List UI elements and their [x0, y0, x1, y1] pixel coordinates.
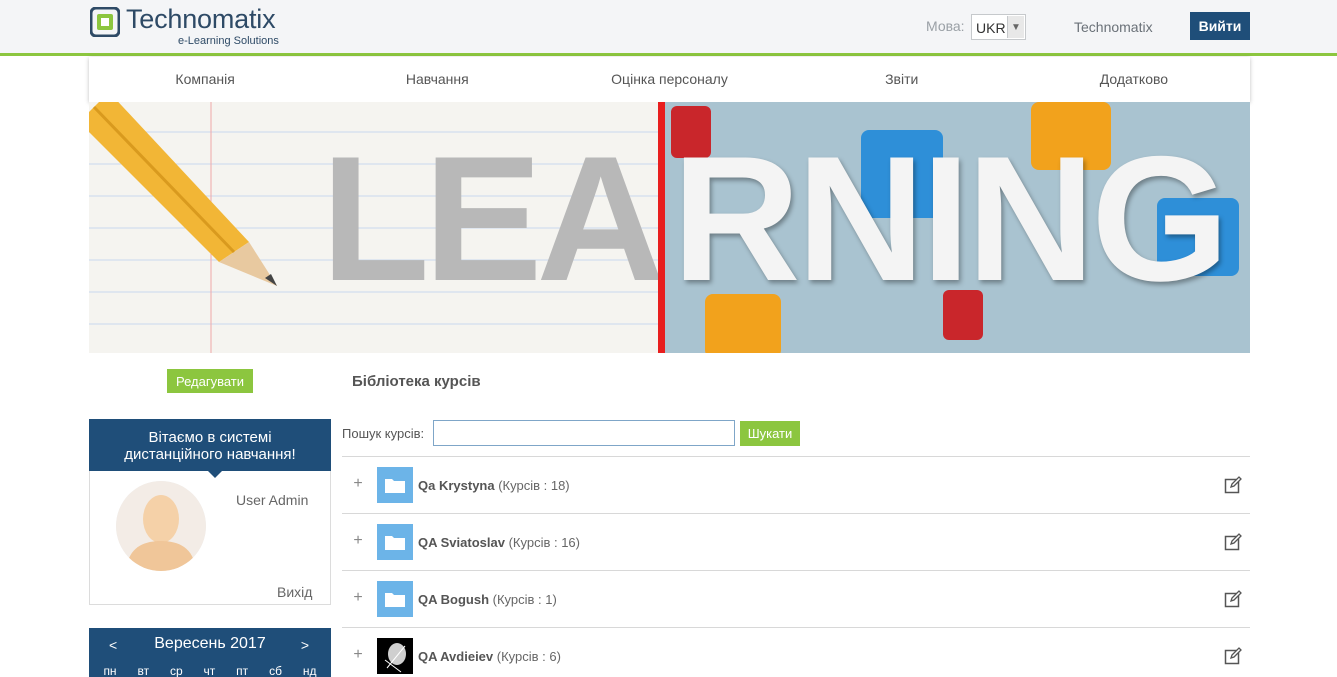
list-item[interactable]: + QA Bogush (Курсів : 1): [342, 571, 1250, 628]
calendar-next-button[interactable]: >: [301, 637, 309, 653]
course-count: (Курсів : 18): [498, 478, 570, 493]
list-item[interactable]: + Qa Krystyna (Курсів : 18): [342, 457, 1250, 514]
edit-icon[interactable]: [1224, 533, 1242, 551]
banner-red-line: [658, 102, 665, 353]
calendar-widget: < Вересень 2017 > пн вт ср чт пт сб нд: [89, 628, 331, 677]
folder-icon: [377, 524, 413, 560]
banner-text-left: LEA: [321, 119, 665, 318]
edit-icon[interactable]: [1224, 590, 1242, 608]
edit-button[interactable]: Редагувати: [167, 369, 253, 393]
folder-name: Qa Krystyna: [418, 478, 495, 493]
nav-item-learning[interactable]: Навчання: [321, 57, 553, 102]
list-item[interactable]: + QA Sviatoslav (Курсів : 16): [342, 514, 1250, 571]
user-avatar-icon: [116, 481, 206, 571]
avatar: [116, 481, 206, 571]
course-count: (Курсів : 6): [496, 649, 561, 664]
learning-banner: LEA RNING: [89, 102, 1250, 353]
nav-item-company[interactable]: Компанія: [89, 57, 321, 102]
welcome-line-1: Вітаємо в системі: [148, 429, 272, 446]
language-label: Мова:: [926, 18, 965, 34]
logo-icon: [90, 7, 120, 37]
expand-icon[interactable]: +: [351, 476, 365, 492]
calendar-weekdays: пн вт ср чт пт сб нд: [89, 664, 331, 677]
folder-icon: [377, 467, 413, 503]
weekday-label: чт: [203, 664, 216, 677]
edit-icon[interactable]: [1224, 647, 1242, 665]
company-link[interactable]: Technomatix: [1074, 19, 1153, 35]
technomatix-logo[interactable]: Technomatix e-Learning Solutions: [90, 4, 300, 49]
logout-link[interactable]: Вихід: [277, 584, 312, 600]
search-input[interactable]: [433, 420, 735, 446]
chevron-down-icon: ▼: [1007, 16, 1024, 38]
folder-name: QA Bogush: [418, 592, 490, 607]
logout-button[interactable]: Вийти: [1190, 12, 1250, 40]
nav-item-additional[interactable]: Додатково: [1018, 57, 1250, 102]
page-title: Бібліотека курсів: [352, 373, 481, 390]
search-label: Пошук курсів:: [342, 426, 425, 441]
expand-icon[interactable]: +: [351, 590, 365, 606]
welcome-heading: Вітаємо в системі дистанційного навчання…: [89, 419, 331, 471]
welcome-line-2: дистанційного навчання!: [124, 446, 296, 463]
course-count: (Курсів : 1): [492, 592, 557, 607]
banner-paper-background: LEA: [89, 102, 665, 353]
calendar-month-title: Вересень 2017: [154, 635, 266, 652]
language-select[interactable]: UKR ▼: [971, 14, 1026, 40]
expand-icon[interactable]: +: [351, 533, 365, 549]
banner-text-right: RNING: [672, 119, 1230, 318]
nav-item-reports[interactable]: Звіти: [786, 57, 1018, 102]
main-nav: Компанія Навчання Оцінка персоналу Звіти…: [89, 57, 1250, 102]
search-button[interactable]: Шукати: [740, 421, 800, 446]
weekday-label: ср: [169, 664, 183, 677]
weekday-label: нд: [302, 664, 317, 677]
weekday-label: пн: [103, 664, 117, 677]
logo-text: Technomatix: [126, 4, 276, 34]
folder-name-line[interactable]: QA Avdieiev (Курсів : 6): [418, 649, 561, 664]
folder-name-line[interactable]: QA Sviatoslav (Курсів : 16): [418, 535, 580, 550]
weekday-label: пт: [236, 664, 249, 677]
weekday-label: сб: [269, 664, 282, 677]
nav-item-assessment[interactable]: Оцінка персоналу: [553, 57, 785, 102]
thumbnail-image: [377, 638, 413, 674]
top-header: Technomatix e-Learning Solutions Мова: U…: [0, 0, 1337, 56]
welcome-notch: [208, 471, 222, 478]
edit-icon[interactable]: [1224, 476, 1242, 494]
folder-name: QA Avdieiev: [418, 649, 494, 664]
weekday-label: вт: [137, 664, 150, 677]
pencil-icon: [89, 102, 277, 286]
user-name: User Admin: [236, 492, 309, 508]
folder-icon: [377, 581, 413, 617]
folder-name: QA Sviatoslav: [418, 535, 505, 550]
folder-name-line[interactable]: Qa Krystyna (Курсів : 18): [418, 478, 570, 493]
logo-subtitle: e-Learning Solutions: [178, 35, 279, 47]
language-value: UKR: [976, 20, 1006, 36]
folder-name-line[interactable]: QA Bogush (Курсів : 1): [418, 592, 557, 607]
welcome-panel: Вітаємо в системі дистанційного навчання…: [89, 419, 331, 605]
list-item[interactable]: + QA Avdieiev (Курсів : 6): [342, 628, 1250, 677]
course-folder-list: + Qa Krystyna (Курсів : 18) + QA Sviatos…: [342, 456, 1250, 677]
course-count: (Курсів : 16): [508, 535, 580, 550]
expand-icon[interactable]: +: [351, 647, 365, 663]
